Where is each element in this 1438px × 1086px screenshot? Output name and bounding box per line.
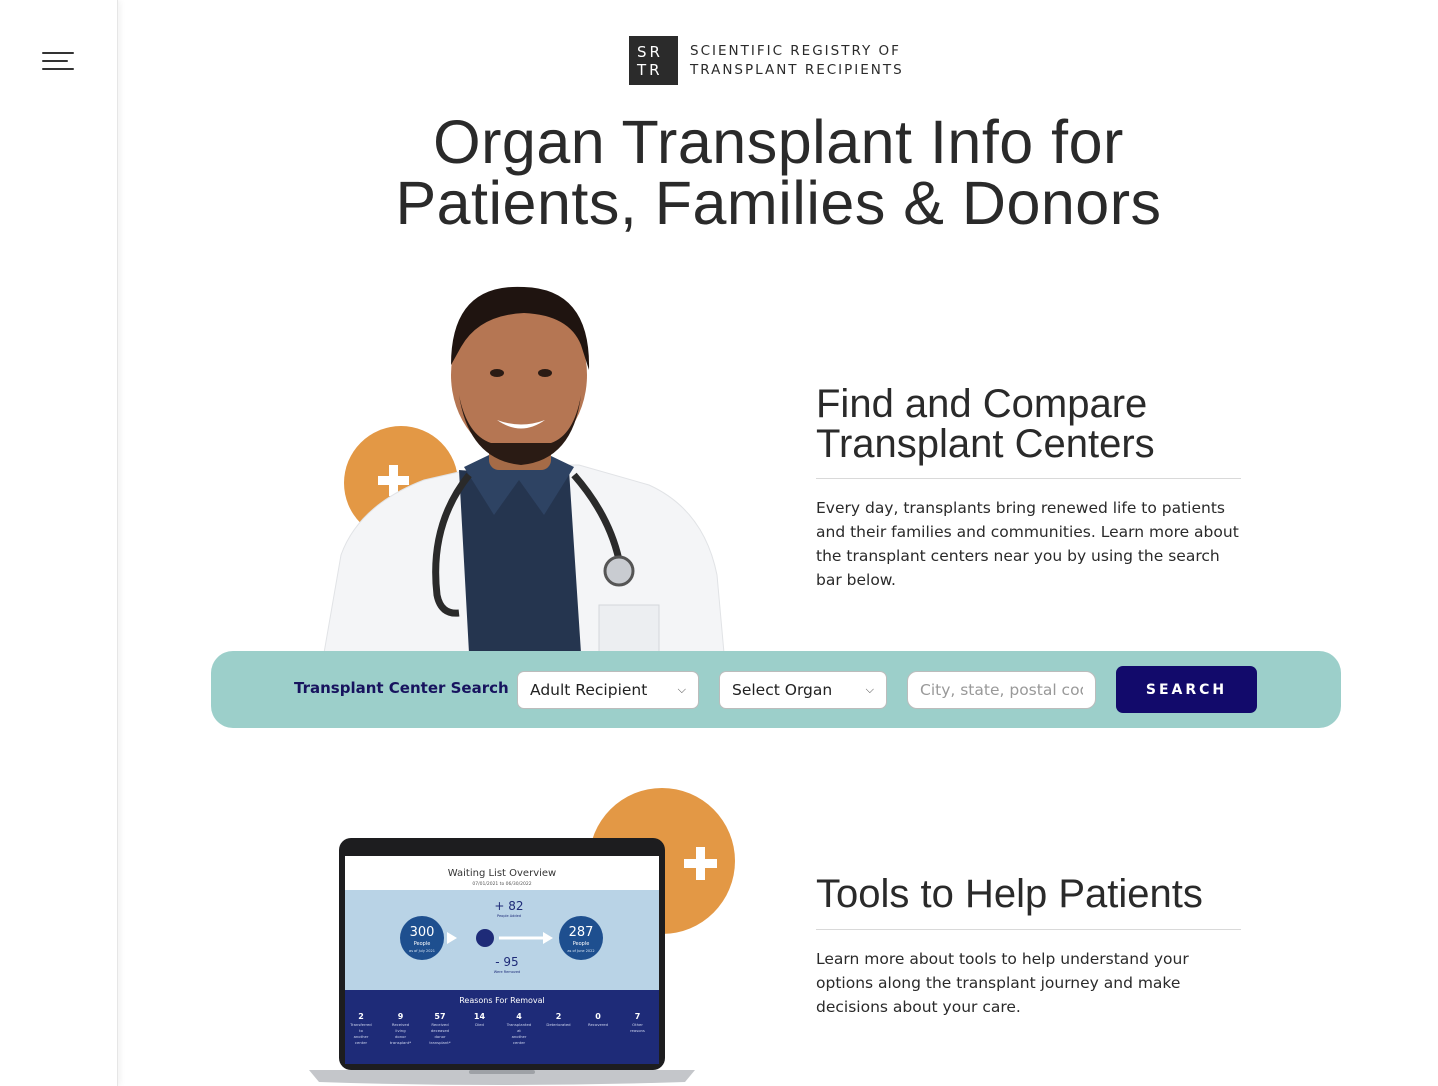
removal-label: donor xyxy=(434,1034,445,1039)
tools-description: Learn more about tools to help understan… xyxy=(816,950,1189,1016)
removal-label: transplant* xyxy=(429,1040,450,1045)
removal-title: Reasons For Removal xyxy=(459,996,545,1005)
logo-mark-line1: SR xyxy=(637,42,663,61)
start-sub: as of July 2021 xyxy=(409,949,435,953)
laptop-illustration: Waiting List Overview 07/01/2021 to 06/3… xyxy=(309,788,735,1085)
search-label: Transplant Center Search xyxy=(294,679,509,697)
removal-label: Other xyxy=(632,1022,643,1027)
end-count: 287 xyxy=(569,925,594,940)
removal-label: Deteriorated xyxy=(546,1022,571,1027)
added-label: People Added xyxy=(497,914,521,918)
organ-select[interactable]: Select Organ ⌵ xyxy=(719,671,887,709)
find-divider xyxy=(816,478,1241,479)
removal-label: center xyxy=(513,1040,526,1045)
removal-value: 4 xyxy=(516,1012,522,1021)
removal-label: reasons xyxy=(630,1028,645,1033)
end-sub: as of June 2022 xyxy=(567,949,594,953)
removal-label: Died xyxy=(475,1022,484,1027)
recipient-select-value: Adult Recipient xyxy=(530,681,648,699)
organ-select-value: Select Organ xyxy=(732,681,833,699)
removal-value: 2 xyxy=(556,1012,562,1021)
removal-label: donor xyxy=(395,1034,406,1039)
removal-label: Transferred xyxy=(349,1022,372,1027)
main-content: SR TR SCIENTIFIC REGISTRY OF TRANSPLANT … xyxy=(119,0,1438,1086)
find-description: Every day, transplants bring renewed lif… xyxy=(816,499,1239,589)
search-button[interactable]: SEARCH xyxy=(1116,666,1257,713)
logo-wordmark: SCIENTIFIC REGISTRY OF TRANSPLANT RECIPI… xyxy=(690,42,904,80)
removal-value: 0 xyxy=(595,1012,601,1021)
start-label: People xyxy=(414,941,431,947)
menu-icon[interactable] xyxy=(42,50,74,72)
sidebar xyxy=(0,0,118,1086)
removal-label: another xyxy=(512,1034,527,1039)
removed-count: - 95 xyxy=(495,955,518,969)
page-title-line2: Patients, Families & Donors xyxy=(395,169,1162,237)
removed-label: Were Removed xyxy=(494,970,520,974)
transplant-search-bar: Transplant Center Search Adult Recipient… xyxy=(211,651,1341,728)
removal-value: 7 xyxy=(635,1012,641,1021)
find-heading: Find and Compare Transplant Centers xyxy=(816,384,1155,464)
page-title-line1: Organ Transplant Info for xyxy=(433,108,1124,176)
start-count: 300 xyxy=(410,925,435,940)
removal-label: deceased xyxy=(431,1028,450,1033)
removal-value: 57 xyxy=(434,1012,445,1021)
removal-label: Recovered xyxy=(588,1022,609,1027)
removal-label: at xyxy=(517,1028,521,1033)
tools-heading: Tools to Help Patients xyxy=(816,872,1203,916)
logo-name-line1: SCIENTIFIC REGISTRY OF xyxy=(690,42,901,59)
screen-date: 07/01/2021 to 06/30/2022 xyxy=(472,881,531,887)
chevron-down-icon: ⌵ xyxy=(677,683,686,696)
location-input[interactable] xyxy=(907,671,1096,709)
logo-mark-line2: TR xyxy=(637,60,663,79)
removal-label: Received xyxy=(431,1022,449,1027)
srtr-logo[interactable]: SR TR SCIENTIFIC REGISTRY OF TRANSPLANT … xyxy=(629,36,904,85)
removal-label: another xyxy=(354,1034,369,1039)
removal-value: 14 xyxy=(474,1012,486,1021)
logo-name-line2: TRANSPLANT RECIPIENTS xyxy=(690,61,904,78)
removal-label: Transplanted xyxy=(506,1022,532,1027)
removal-label: transplant* xyxy=(390,1040,411,1045)
find-heading-line1: Find and Compare xyxy=(816,382,1148,426)
doctor-photo xyxy=(323,286,725,653)
removal-label: Received xyxy=(392,1022,410,1027)
added-count: + 82 xyxy=(494,899,523,913)
chevron-down-icon: ⌵ xyxy=(865,683,874,696)
recipient-select[interactable]: Adult Recipient ⌵ xyxy=(517,671,699,709)
page-title: Organ Transplant Info for Patients, Fami… xyxy=(119,112,1438,234)
removal-label: living xyxy=(395,1028,406,1033)
end-label: People xyxy=(573,941,590,947)
screen-title: Waiting List Overview xyxy=(448,868,556,879)
removal-value: 9 xyxy=(398,1012,404,1021)
removal-label: center xyxy=(355,1040,368,1045)
logo-mark: SR TR xyxy=(629,36,678,85)
find-heading-line2: Transplant Centers xyxy=(816,422,1155,466)
tools-divider xyxy=(816,929,1241,930)
removal-value: 2 xyxy=(358,1012,364,1021)
